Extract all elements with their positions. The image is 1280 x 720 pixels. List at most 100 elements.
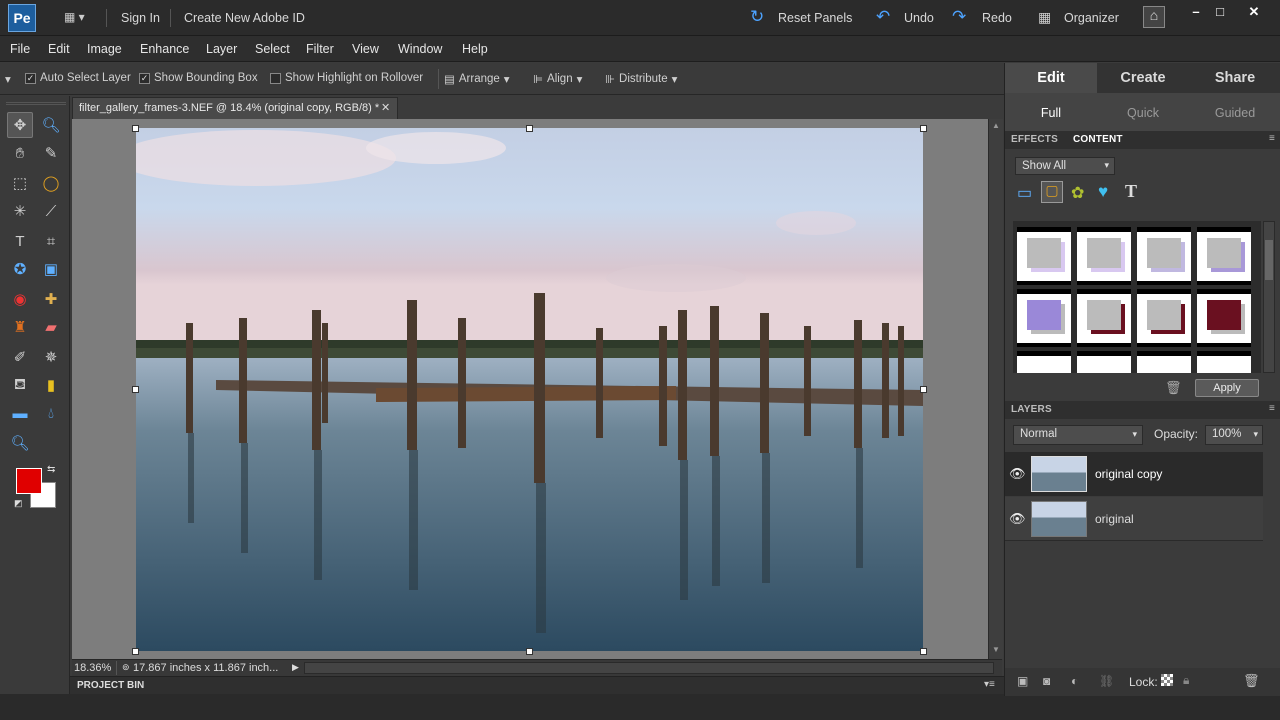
frame-thumbnail[interactable]: [1137, 351, 1191, 373]
sponge-tool-icon[interactable]: 🔍︎: [7, 430, 33, 456]
redo-button[interactable]: Redo: [982, 11, 1012, 25]
new-layer-icon[interactable]: ▣: [1017, 674, 1028, 688]
menu-file[interactable]: File: [10, 42, 30, 56]
menu-layer[interactable]: Layer: [206, 42, 237, 56]
gradient-tool-icon[interactable]: ▮: [38, 372, 64, 398]
lock-all-icon[interactable]: 🔒︎: [1183, 673, 1189, 688]
menu-enhance[interactable]: Enhance: [140, 42, 189, 56]
quick-selection-tool-icon[interactable]: ⟋: [38, 198, 64, 224]
visibility-eye-icon[interactable]: 👁︎: [1009, 511, 1026, 527]
maximize-icon[interactable]: □: [1212, 4, 1228, 19]
content-scrollbar[interactable]: [1263, 221, 1275, 373]
foreground-color-swatch-top[interactable]: [16, 468, 42, 494]
organizer-button[interactable]: Organizer: [1064, 11, 1119, 25]
lock-transparency-icon[interactable]: [1161, 674, 1173, 686]
transform-handle[interactable]: [132, 125, 139, 132]
link-layers-icon[interactable]: ⛓︎: [1099, 674, 1114, 688]
highlight-checkbox[interactable]: [270, 72, 281, 84]
tab-guided[interactable]: Guided: [1189, 98, 1280, 126]
auto-select-checkbox[interactable]: ✓: [25, 72, 36, 84]
opacity-field[interactable]: 100% ▾: [1205, 425, 1263, 445]
crop-tool-icon[interactable]: ⌗: [38, 228, 64, 254]
tab-content[interactable]: CONTENT: [1073, 134, 1123, 145]
apply-button[interactable]: Apply: [1195, 379, 1259, 397]
sign-in-link[interactable]: Sign In: [121, 11, 160, 25]
tab-quick[interactable]: Quick: [1097, 98, 1189, 126]
transform-handle[interactable]: [132, 386, 139, 393]
document-tab[interactable]: filter_gallery_frames-3.NEF @ 18.4% (ori…: [72, 97, 398, 119]
tool-preset-icon[interactable]: ▾: [5, 72, 11, 86]
background-content-icon[interactable]: ▭: [1017, 183, 1032, 203]
visibility-eye-icon[interactable]: 👁︎: [1009, 466, 1026, 482]
red-eye-tool-icon[interactable]: ◉: [7, 286, 33, 312]
cookie-cutter-tool-icon[interactable]: ✪: [7, 256, 33, 282]
redo-icon[interactable]: ↷: [952, 7, 966, 27]
frame-thumbnail[interactable]: [1017, 351, 1071, 373]
menu-filter[interactable]: Filter: [306, 42, 334, 56]
tab-effects[interactable]: EFFECTS: [1011, 134, 1058, 145]
frame-thumbnail[interactable]: [1077, 289, 1131, 347]
menu-view[interactable]: View: [352, 42, 379, 56]
transform-handle[interactable]: [526, 125, 533, 132]
shapes-content-icon[interactable]: ♥: [1098, 182, 1108, 202]
text-content-icon[interactable]: T: [1125, 181, 1137, 202]
paint-bucket-tool-icon[interactable]: ⛾: [7, 372, 33, 398]
blend-mode-dropdown[interactable]: Normal ▾: [1013, 425, 1143, 445]
graphics-content-icon[interactable]: ✿: [1071, 183, 1084, 203]
trash-icon[interactable]: 🗑︎: [1165, 380, 1182, 396]
organizer-icon[interactable]: ▦: [1038, 9, 1051, 26]
frame-thumbnail[interactable]: [1077, 351, 1131, 373]
transform-handle[interactable]: [526, 648, 533, 655]
undo-icon[interactable]: ↶: [876, 7, 890, 27]
transform-handle[interactable]: [920, 125, 927, 132]
close-document-icon[interactable]: ✕: [381, 101, 390, 114]
magic-wand-tool-icon[interactable]: ✳: [7, 198, 33, 224]
type-tool-icon[interactable]: T: [7, 228, 33, 254]
smart-brush-tool-icon[interactable]: ✵: [38, 344, 64, 370]
frame-thumbnail[interactable]: [1137, 289, 1191, 347]
frames-content-icon[interactable]: ▢: [1041, 181, 1063, 203]
layer-mask-icon[interactable]: ◐: [1071, 674, 1078, 688]
panel-menu-icon[interactable]: ≡: [1269, 133, 1275, 144]
tab-edit[interactable]: Edit: [1005, 63, 1097, 93]
eyedropper-tool-icon[interactable]: ✎: [38, 140, 64, 166]
marquee-tool-icon[interactable]: ⬚: [7, 170, 33, 196]
horizontal-scrollbar[interactable]: [304, 662, 994, 674]
blur-tool-icon[interactable]: 💧︎: [38, 400, 64, 426]
frame-thumbnail[interactable]: [1017, 289, 1071, 347]
reset-panels-button[interactable]: Reset Panels: [778, 11, 852, 25]
menu-image[interactable]: Image: [87, 42, 122, 56]
document-image[interactable]: [136, 128, 923, 651]
swap-colors-icon[interactable]: ⇆: [47, 464, 55, 475]
frame-thumbnail[interactable]: [1197, 227, 1251, 285]
workspace-menu-button[interactable]: ▦ ▾: [64, 10, 85, 24]
scroll-down-icon[interactable]: ▼: [992, 645, 1000, 654]
default-colors-icon[interactable]: ◩: [14, 498, 23, 509]
menu-window[interactable]: Window: [398, 42, 442, 56]
layer-row[interactable]: 👁︎ original copy: [1005, 452, 1263, 496]
undo-button[interactable]: Undo: [904, 11, 934, 25]
tab-create[interactable]: Create: [1097, 63, 1189, 93]
straighten-tool-icon[interactable]: ▣: [38, 256, 64, 282]
content-filter-dropdown[interactable]: Show All ▾: [1015, 157, 1115, 175]
project-bin-bar[interactable]: PROJECT BIN ▾≡: [70, 676, 1004, 694]
move-tool-icon[interactable]: ✥: [7, 112, 33, 138]
minimize-icon[interactable]: –: [1188, 4, 1204, 19]
transform-handle[interactable]: [920, 386, 927, 393]
tab-share[interactable]: Share: [1189, 63, 1280, 93]
frame-thumbnail[interactable]: [1077, 227, 1131, 285]
frame-thumbnail[interactable]: [1197, 351, 1251, 373]
frame-thumbnail[interactable]: [1197, 289, 1251, 347]
zoom-tool-icon[interactable]: 🔍︎: [38, 112, 64, 138]
status-menu-arrow-icon[interactable]: ▶: [292, 662, 299, 673]
tab-full[interactable]: Full: [1005, 98, 1097, 126]
close-icon[interactable]: ✕: [1246, 4, 1262, 20]
shape-tool-icon[interactable]: ▬: [7, 400, 33, 426]
transform-handle[interactable]: [132, 648, 139, 655]
hand-tool-icon[interactable]: ✋︎: [7, 140, 33, 166]
frame-thumbnail[interactable]: [1137, 227, 1191, 285]
zoom-level[interactable]: 18.36%: [74, 662, 111, 674]
frame-thumbnail[interactable]: [1017, 227, 1071, 285]
delete-layer-icon[interactable]: 🗑︎: [1243, 673, 1260, 689]
reset-panels-icon[interactable]: ↻: [750, 7, 764, 27]
